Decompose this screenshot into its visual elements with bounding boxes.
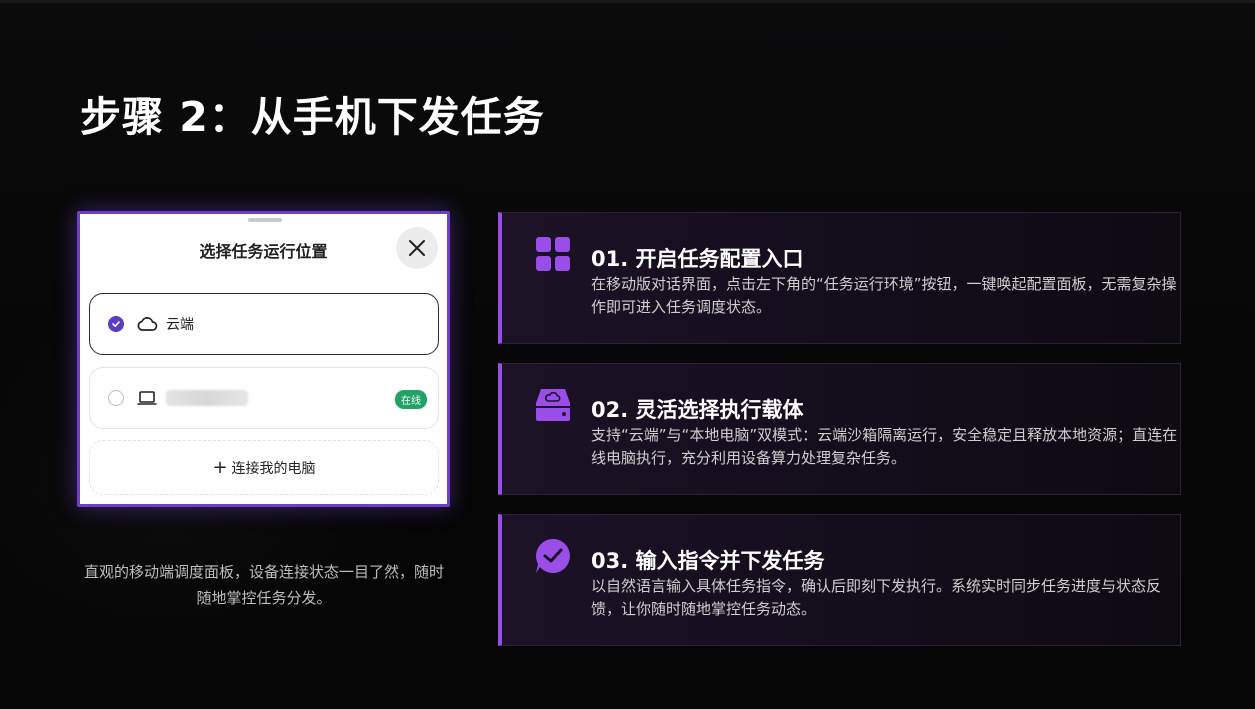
step-card-1-desc: 在移动版对话界面，点击左下角的“任务运行环境”按钮，一键唤起配置面板，无需复杂操… [591,275,1177,316]
mobile-panel: 选择任务运行位置 云端 在线 + 连接我的电脑 [77,211,450,507]
slide: 步骤 2：从手机下发任务 选择任务运行位置 云端 在线 + 连接我的电脑 直观的… [0,3,1255,709]
drag-handle[interactable] [248,218,282,222]
laptop-icon [136,389,158,407]
panel-caption: 直观的移动端调度面板，设备连接状态一目了然，随时随地掌控任务分发。 [83,563,444,607]
close-icon [409,240,425,256]
step-card-1: 01. 开启任务配置入口 在移动版对话界面，点击左下角的“任务运行环境”按钮，一… [498,212,1181,344]
device-name-redacted [166,390,248,406]
step-card-2: 02. 灵活选择执行载体 支持“云端”与“本地电脑”双模式：云端沙箱隔离运行，安… [498,363,1181,495]
plus-icon: + [212,456,228,478]
option-cloud-label: 云端 [166,317,194,333]
step-card-3: 03. 输入指令并下发任务 以自然语言输入具体任务指令，确认后即刻下发执行。系统… [498,514,1181,646]
connect-computer-button[interactable]: + 连接我的电脑 [89,440,439,495]
page-title: 步骤 2：从手机下发任务 [80,93,545,141]
connect-computer-label: 连接我的电脑 [231,460,316,477]
check-bubble-icon [536,539,570,573]
step-card-3-title: 03. 输入指令并下发任务 [591,549,825,573]
option-local-computer[interactable]: 在线 [89,367,439,429]
close-button[interactable] [396,227,438,269]
radio-selected[interactable] [108,316,124,332]
step-card-2-title: 02. 灵活选择执行载体 [591,398,804,422]
check-icon [112,321,120,327]
grid-icon [536,237,570,271]
radio-unselected[interactable] [108,390,124,406]
cloud-icon [136,315,158,333]
sheet-title: 选择任务运行位置 [199,242,328,261]
option-cloud[interactable]: 云端 [89,293,439,355]
cloud-drive-icon [536,389,570,421]
step-card-1-title: 01. 开启任务配置入口 [591,247,804,271]
step-card-3-desc: 以自然语言输入具体任务指令，确认后即刻下发执行。系统实时同步任务进度与状态反馈，… [591,577,1162,618]
online-badge: 在线 [395,390,427,409]
step-card-2-desc: 支持“云端”与“本地电脑”双模式：云端沙箱隔离运行，安全稳定且释放本地资源；直连… [591,426,1178,467]
